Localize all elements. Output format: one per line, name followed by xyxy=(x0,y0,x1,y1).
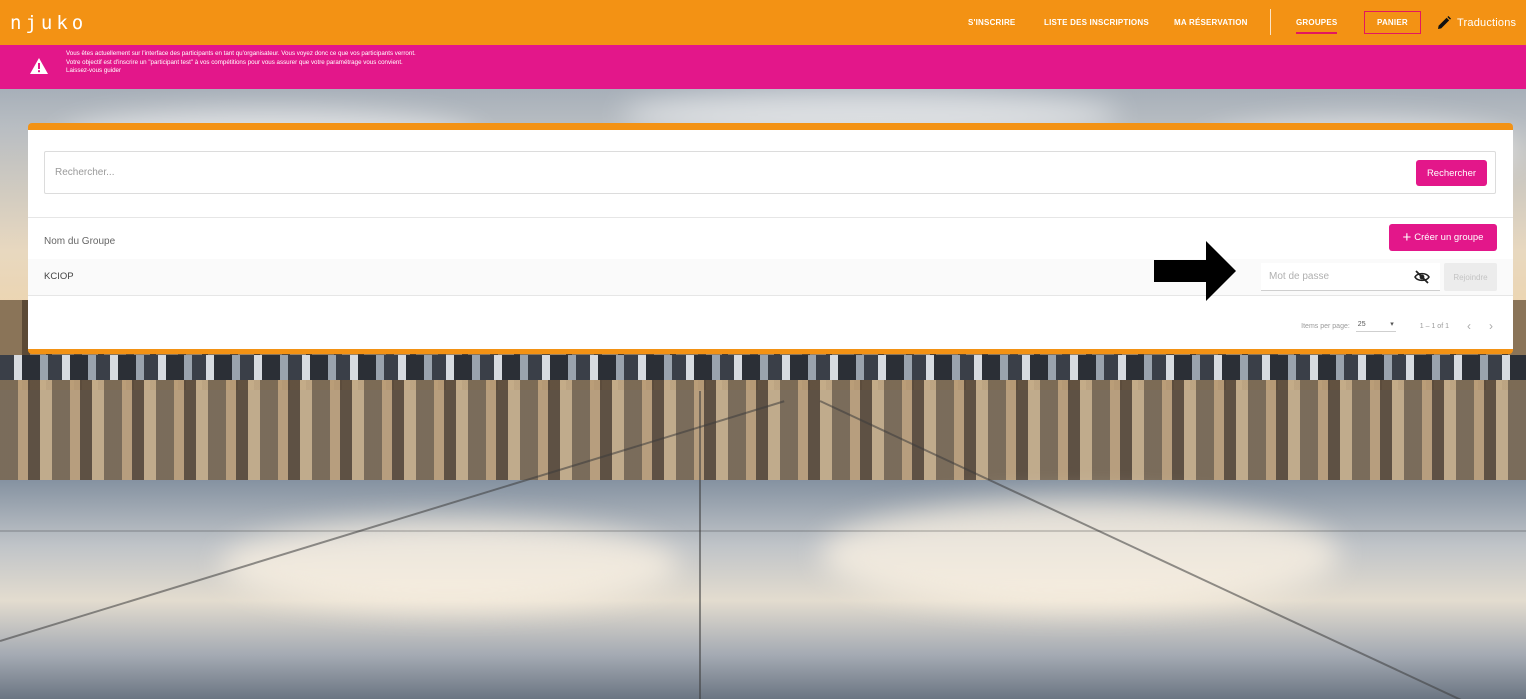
column-header-group-name: Nom du Groupe xyxy=(44,236,116,247)
nav-sinscrire[interactable]: S'INSCRIRE xyxy=(968,18,1015,27)
active-tab-indicator xyxy=(1296,32,1338,34)
organizer-info-banner: Vous êtes actuellement sur l'interface d… xyxy=(0,45,1526,89)
banner-line-1: Vous êtes actuellement sur l'interface d… xyxy=(66,50,416,57)
page-range: 1 – 1 of 1 xyxy=(1419,322,1449,330)
plus-icon: + xyxy=(1402,229,1412,246)
caret-down-icon: ▾ xyxy=(1390,321,1394,328)
pencil-icon xyxy=(1438,15,1451,29)
eye-off-icon[interactable] xyxy=(1414,270,1430,284)
banner-line-3: Laissez-vous guider xyxy=(66,67,122,75)
translations-label: Traductions xyxy=(1457,16,1517,29)
divider xyxy=(28,295,1513,296)
create-group-button[interactable]: + Créer un groupe xyxy=(1389,224,1497,251)
items-per-page-select[interactable]: 25 ▾ xyxy=(1355,320,1396,332)
create-group-label: Créer un groupe xyxy=(1414,232,1484,243)
search-container: Rechercher xyxy=(44,151,1496,194)
table-row: KCIOP Rejoindre xyxy=(28,259,1513,295)
groups-card: Rechercher Nom du Groupe + Créer un grou… xyxy=(28,123,1513,354)
nav-panier-button[interactable]: PANIER xyxy=(1364,11,1421,34)
previous-page-icon[interactable]: ‹ xyxy=(1467,319,1471,333)
password-field-container xyxy=(1261,263,1440,291)
top-navigation-bar: njuko S'INSCRIRE LISTE DES INSCRIPTIONS … xyxy=(0,0,1526,45)
join-group-button[interactable]: Rejoindre xyxy=(1444,263,1497,291)
search-button[interactable]: Rechercher xyxy=(1416,160,1487,186)
paginator: Items per page: 25 ▾ 1 – 1 of 1 ‹ › xyxy=(1301,318,1493,334)
nav-groupes[interactable]: GROUPES xyxy=(1296,18,1338,34)
banner-line-2: Votre objectif est d'inscrire un "partic… xyxy=(66,58,403,66)
nav-liste-inscriptions[interactable]: LISTE DES INSCRIPTIONS xyxy=(1044,18,1149,27)
group-name: KCIOP xyxy=(44,271,74,282)
translations-button[interactable]: Traductions xyxy=(1436,15,1516,31)
nav-groupes-label: GROUPES xyxy=(1296,18,1338,27)
search-input[interactable] xyxy=(45,152,1405,193)
items-per-page-label: Items per page: xyxy=(1301,322,1350,330)
banner-message: Vous êtes actuellement sur l'interface d… xyxy=(66,50,416,76)
warning-icon xyxy=(30,58,48,74)
items-per-page-value: 25 xyxy=(1357,320,1366,328)
right-arrow-icon xyxy=(1154,241,1236,301)
nav-ma-reservation[interactable]: MA RÉSERVATION xyxy=(1174,18,1248,27)
njuko-logo[interactable]: njuko xyxy=(10,12,87,34)
next-page-icon[interactable]: › xyxy=(1489,319,1493,333)
nav-divider xyxy=(1270,9,1271,35)
divider xyxy=(28,217,1513,218)
password-input[interactable] xyxy=(1261,263,1411,290)
